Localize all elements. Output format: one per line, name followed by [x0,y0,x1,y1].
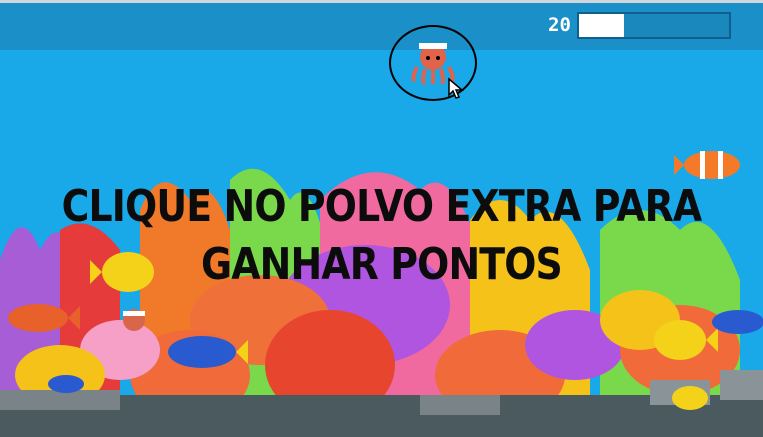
extra-octopus-button[interactable] [389,25,477,101]
cursor-icon [448,77,465,99]
fish-clownfish [674,151,740,179]
octopus-icon [123,309,145,331]
fish-blue-right [712,310,763,334]
instruction-text: CLIQUE NO POLVO EXTRA PARA GANHAR PONTOS [61,181,703,290]
